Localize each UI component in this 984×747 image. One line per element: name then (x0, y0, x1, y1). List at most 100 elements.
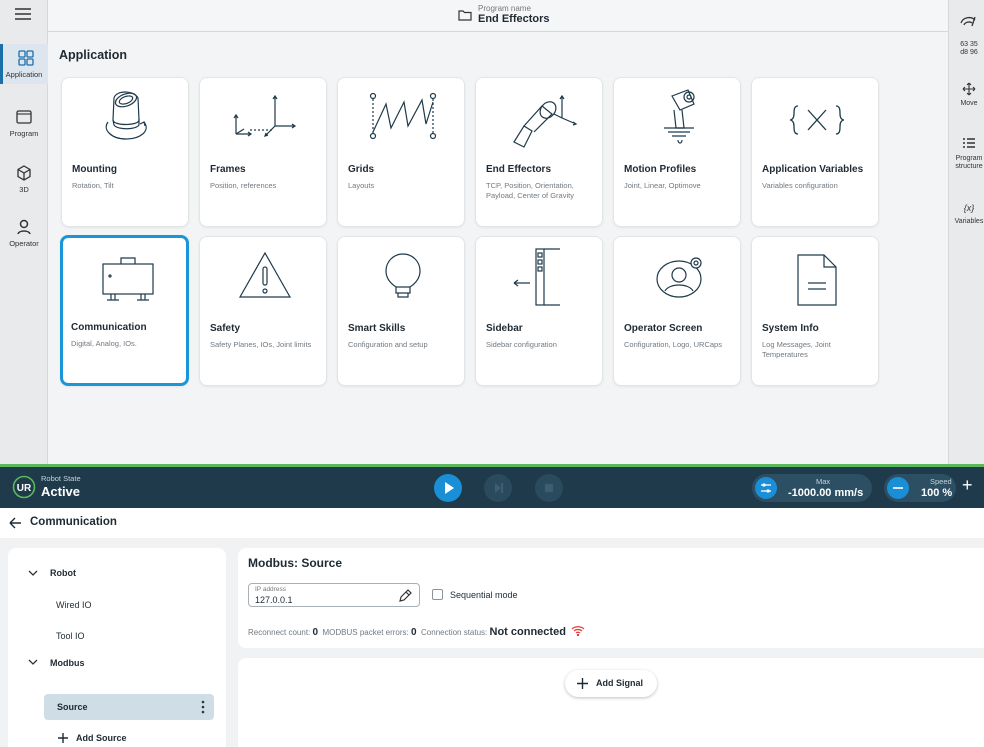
program-name[interactable]: Program name End Effectors (458, 4, 550, 26)
svg-text:UR: UR (17, 483, 32, 494)
sidebar-icon (513, 248, 560, 306)
step-button[interactable] (484, 474, 512, 502)
plus-icon (577, 678, 588, 689)
right-item-variables[interactable]: {x} Variables (949, 204, 984, 226)
nav-label: Operator (9, 239, 39, 248)
speed-label: Speed (930, 477, 952, 486)
tree-item-modbus[interactable]: Modbus (50, 658, 85, 668)
tree-item-wired-io[interactable]: Wired IO (56, 600, 92, 610)
connection-status-label: Connection status: (421, 628, 488, 637)
card-safety[interactable]: Safety Safety Planes, IOs, Joint limits (199, 236, 327, 386)
menu-icon[interactable] (13, 6, 33, 22)
communication-header: Communication (0, 508, 984, 538)
card-sidebar[interactable]: Sidebar Sidebar configuration (475, 236, 603, 386)
stop-icon (545, 484, 553, 492)
card-desc: Configuration and setup (348, 340, 428, 349)
nav-item-3d[interactable]: 3D (0, 164, 48, 200)
document-icon (797, 254, 837, 306)
pencil-icon[interactable] (397, 588, 413, 604)
card-title: Operator Screen (624, 323, 703, 334)
card-desc: Variables configuration (762, 181, 838, 190)
frames-icon (233, 94, 297, 137)
card-grids[interactable]: Grids Layouts (337, 77, 465, 227)
stop-button[interactable] (535, 474, 563, 502)
wifi-off-icon (571, 626, 585, 636)
card-mounting[interactable]: Mounting Rotation, Tilt (61, 77, 189, 227)
card-motion-profiles[interactable]: Motion Profiles Joint, Linear, Optimove (613, 77, 741, 227)
application-screen: Application Mounting Rotation, Tilt Fram… (48, 32, 948, 464)
card-title: Motion Profiles (624, 164, 697, 175)
communication-icon (102, 257, 154, 301)
cube-icon (17, 165, 31, 181)
card-desc: Sidebar configuration (486, 340, 557, 349)
max-label: Max (816, 477, 831, 486)
card-application-variables[interactable]: Application Variables Variables configur… (751, 77, 879, 227)
sequential-mode-checkbox[interactable] (432, 589, 443, 600)
step-icon (495, 483, 503, 493)
right-item-move[interactable]: Move (949, 82, 984, 108)
variables-icon: {x} (963, 203, 975, 213)
kebab-menu-icon[interactable] (200, 700, 206, 714)
card-operator-screen[interactable]: Operator Screen Configuration, Logo, URC… (613, 236, 741, 386)
card-title: Smart Skills (348, 323, 406, 334)
ur-logo-icon: UR (12, 475, 36, 499)
nav-item-application[interactable]: Application (0, 44, 48, 84)
errors-value: 0 (411, 627, 417, 638)
right-panel: 63 35 d8 96 Move Program structure {x} V… (948, 0, 984, 464)
card-title: Application Variables (762, 164, 864, 175)
program-name-value: End Effectors (478, 13, 550, 25)
page-title: Application (59, 48, 128, 62)
ip-address-field[interactable]: IP address (248, 583, 420, 607)
card-title: Communication (71, 322, 147, 333)
source-label: Source (57, 702, 88, 712)
card-desc: Rotation, Tilt (72, 181, 114, 190)
card-smart-skills[interactable]: Smart Skills Configuration and setup (337, 236, 465, 386)
plus-icon (58, 733, 68, 743)
minus-icon[interactable] (887, 477, 909, 499)
right-item-program-structure[interactable]: Program structure (949, 137, 984, 171)
card-desc: Configuration, Logo, URCaps (624, 340, 722, 349)
add-source-button[interactable]: Add Source (76, 733, 127, 743)
grid-icon (17, 50, 34, 66)
card-title: Frames (210, 164, 246, 175)
card-frames[interactable]: Frames Position, references (199, 77, 327, 227)
chevron-down-icon[interactable] (27, 656, 39, 668)
card-desc: TCP, Position, Orientation, Payload, Cen… (486, 181, 574, 200)
card-desc: Joint, Linear, Optimove (624, 181, 701, 190)
card-desc: Position, references (210, 181, 277, 190)
nav-label: Program (9, 129, 39, 138)
card-system-info[interactable]: System Info Log Messages, Joint Temperat… (751, 236, 879, 386)
speed-value: 100 % (921, 487, 953, 499)
add-signal-button[interactable]: Add Signal (565, 670, 657, 697)
play-icon (445, 482, 454, 494)
card-end-effectors[interactable]: End Effectors TCP, Position, Orientation… (475, 77, 603, 227)
right-item-label: Move (960, 100, 978, 107)
tree-item-source[interactable]: Source (44, 694, 214, 720)
card-title: Mounting (72, 164, 117, 175)
speed-pill[interactable]: Speed 100 % (884, 474, 956, 502)
warning-icon (238, 251, 292, 298)
status-bar: UR Robot State Active Max -1000.00 mm/s … (0, 464, 984, 508)
tree-item-robot[interactable]: Robot (50, 568, 76, 578)
back-arrow-icon[interactable] (8, 516, 22, 530)
errors-label: MODBUS packet errors: (322, 628, 409, 637)
nav-item-operator[interactable]: Operator (0, 218, 48, 254)
max-speed-pill[interactable]: Max -1000.00 mm/s (752, 474, 872, 502)
card-communication[interactable]: Communication Digital, Analog, IOs. (60, 235, 189, 386)
connection-icon[interactable] (959, 14, 977, 28)
folder-icon (458, 10, 472, 21)
speed-plus-button[interactable]: + (962, 475, 973, 496)
nav-item-program[interactable]: Program (0, 108, 48, 144)
tree-item-tool-io[interactable]: Tool IO (56, 631, 85, 641)
card-title: System Info (762, 323, 819, 334)
reconnect-label: Reconnect count: (248, 628, 311, 637)
chevron-down-icon[interactable] (27, 567, 39, 579)
play-button[interactable] (434, 474, 462, 502)
grids-icon (369, 92, 437, 140)
move-icon (962, 82, 976, 96)
ip-address-input[interactable] (255, 595, 385, 605)
card-title: Safety (210, 323, 241, 334)
communication-body: Robot Wired IO Tool IO Modbus Source Add… (0, 538, 984, 747)
detail-title: Modbus: Source (248, 556, 343, 570)
reconnect-value: 0 (312, 627, 319, 638)
